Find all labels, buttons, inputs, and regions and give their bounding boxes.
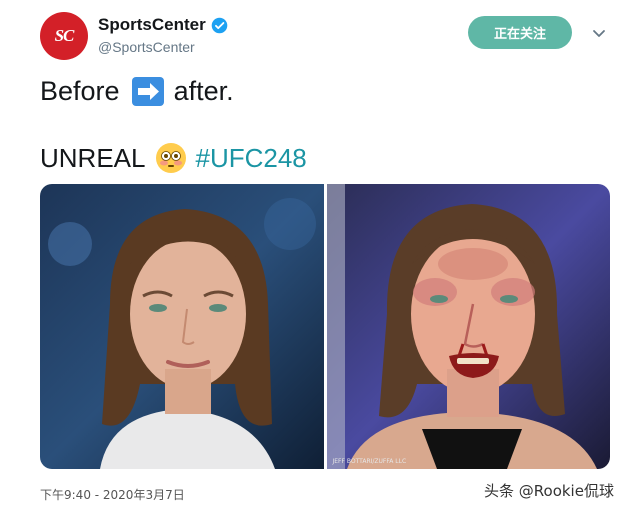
tweet-header: SC SportsCenter @SportsCenter 正在关注 <box>40 12 620 62</box>
account-names: SportsCenter @SportsCenter <box>98 15 228 55</box>
after-fight-portrait-image <box>326 184 610 469</box>
tweet-timestamp[interactable]: 下午9:40 - 2020年3月7日 <box>40 486 185 503</box>
hashtag-link[interactable]: #UFC248 <box>195 143 306 174</box>
display-name-row[interactable]: SportsCenter <box>98 15 228 35</box>
account-handle[interactable]: @SportsCenter <box>98 39 228 55</box>
tweet-text-line1: Before after. <box>40 76 234 107</box>
right-arrow-emoji-icon <box>131 77 164 106</box>
before-photo[interactable] <box>40 184 324 469</box>
flushed-face-emoji-icon <box>156 143 187 173</box>
tweet-word-after: after. <box>173 76 234 106</box>
avatar[interactable]: SC <box>40 12 88 60</box>
display-name[interactable]: SportsCenter <box>98 15 206 35</box>
verified-badge-icon <box>211 17 227 33</box>
tweet-word-before: Before <box>40 76 120 106</box>
avatar-logo-text: SC <box>54 26 75 45</box>
following-button[interactable]: 正在关注 <box>468 16 572 49</box>
watermark: 头条 @Rookie侃球 <box>484 482 614 500</box>
before-fight-portrait-image <box>40 184 324 469</box>
chevron-down-icon[interactable] <box>592 26 606 40</box>
after-photo[interactable]: JEFF BOTTARI/ZUFFA LLC <box>326 184 610 469</box>
tweet-media[interactable]: JEFF BOTTARI/ZUFFA LLC <box>40 184 610 469</box>
tweet-text-line2: UNREAL #UFC248 <box>40 142 307 174</box>
photo-credit: JEFF BOTTARI/ZUFFA LLC <box>332 458 407 465</box>
tweet-word-unreal: UNREAL <box>40 142 146 173</box>
